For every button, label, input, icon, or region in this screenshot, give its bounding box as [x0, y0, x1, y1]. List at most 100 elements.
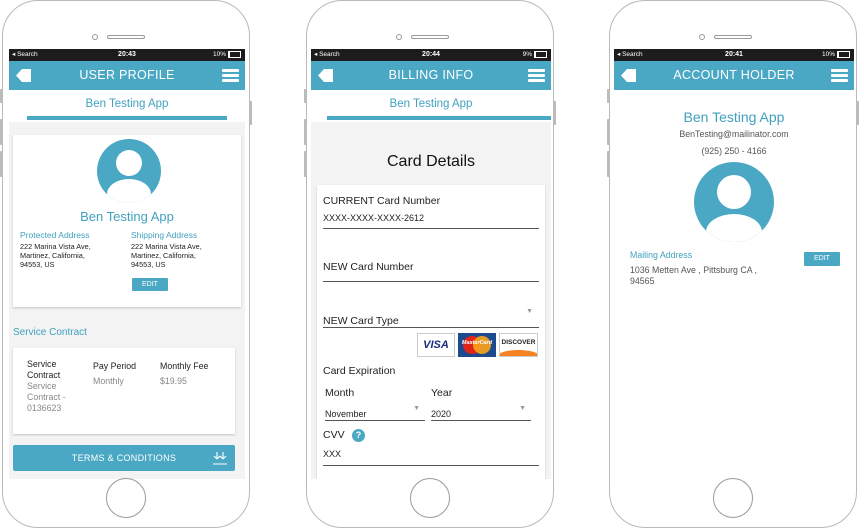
app-name: Ben Testing App	[389, 98, 473, 110]
new-card-type-select[interactable]: NEW Card Type ▼	[323, 308, 539, 328]
edit-button[interactable]: EDIT	[804, 252, 840, 266]
year-label: Year	[431, 387, 453, 399]
screen: ◂ Search 20:44 9% BILLING INFO Ben Testi…	[311, 49, 551, 479]
phone-account-holder: ◂ Search 20:41 10% ACCOUNT HOLDER Ben Te…	[607, 0, 859, 528]
cvv-label: CVV	[323, 429, 345, 441]
card-details-heading: Card Details	[386, 153, 476, 170]
card-expiration-label: Card Expiration	[323, 365, 396, 377]
phone-billing-info: ◂ Search 20:44 9% BILLING INFO Ben Testi…	[304, 0, 556, 528]
month-select[interactable]: November ▼	[325, 404, 425, 421]
shipping-address: 222 Marina Vista Ave, Martinez, Californi…	[131, 242, 202, 269]
battery-icon	[534, 50, 547, 58]
avatar	[694, 162, 774, 242]
current-card-label: CURRENT Card Number	[323, 195, 441, 207]
page-title: USER PROFILE	[79, 68, 175, 82]
banner-underline	[27, 116, 227, 120]
monthly-fee-column: Monthly Fee $19.95	[160, 361, 209, 386]
volume-up-button	[0, 119, 3, 145]
account-phone: (925) 250 - 4166	[701, 146, 767, 156]
visa-logo: VISA	[417, 333, 455, 357]
power-button	[553, 101, 556, 125]
edit-button[interactable]: EDIT	[132, 278, 168, 291]
home-button[interactable]	[106, 478, 146, 518]
banner-underline	[327, 116, 551, 120]
service-contract-column: Service Contract Service Contract - 0136…	[27, 359, 66, 413]
new-card-number-input[interactable]: NEW Card Number	[323, 257, 539, 282]
volume-up-button	[304, 119, 307, 145]
account-name: Ben Testing App	[683, 109, 785, 125]
new-card-type-label: NEW Card Type	[323, 315, 399, 327]
battery-icon	[228, 50, 241, 58]
profile-card: Ben Testing App Protected Address 222 Ma…	[13, 135, 241, 307]
app-bar: ACCOUNT HOLDER	[614, 61, 854, 90]
speaker	[107, 35, 145, 39]
status-bar: ◂ Search 20:43 10%	[9, 49, 245, 61]
home-button[interactable]	[713, 478, 753, 518]
camera	[396, 34, 402, 40]
protected-address-label: Protected Address	[20, 230, 90, 240]
volume-up-button	[607, 119, 610, 145]
cvv-input[interactable]: XXX	[323, 449, 539, 466]
status-bar: ◂ Search 20:41 10%	[614, 49, 854, 61]
mute-switch	[304, 89, 307, 103]
hamburger-menu-icon[interactable]	[528, 69, 545, 82]
month-value: November	[325, 409, 367, 419]
mailing-address: 1036 Metten Ave , Pittsburg CA , 94565	[630, 265, 757, 286]
mute-switch	[607, 89, 610, 103]
year-select[interactable]: 2020 ▼	[431, 404, 531, 421]
speaker	[714, 35, 752, 39]
status-time: 20:41	[725, 51, 743, 58]
page-title: ACCOUNT HOLDER	[673, 68, 795, 82]
discover-logo: DISCOVER	[499, 333, 538, 357]
new-card-number-label: NEW Card Number	[323, 261, 414, 273]
dropdown-arrow-icon: ▼	[519, 405, 526, 412]
app-name: Ben Testing App	[85, 98, 169, 110]
hamburger-menu-icon[interactable]	[831, 69, 848, 82]
volume-down-button	[0, 151, 3, 177]
avatar	[97, 139, 161, 203]
battery-indicator: 10%	[213, 49, 241, 61]
dropdown-arrow-icon: ▼	[413, 405, 420, 412]
month-label: Month	[325, 387, 355, 399]
terms-conditions-button[interactable]: TERMS & CONDITIONS	[13, 445, 235, 471]
mute-switch	[0, 89, 3, 103]
protected-address: 222 Marina Vista Ave, Martinez, Californi…	[20, 242, 91, 269]
year-value: 2020	[431, 409, 452, 419]
service-contract-card: Service Contract Service Contract - 0136…	[13, 348, 235, 434]
status-time: 20:43	[118, 51, 136, 58]
hamburger-menu-icon[interactable]	[222, 69, 239, 82]
download-icon	[213, 452, 227, 465]
screen: ◂ Search 20:41 10% ACCOUNT HOLDER Ben Te…	[614, 49, 854, 479]
app-bar: BILLING INFO	[311, 61, 551, 90]
screen: ◂ Search 20:43 10% USER PROFILE Ben Test…	[9, 49, 245, 479]
profile-name: Ben Testing App	[80, 209, 174, 224]
power-button	[856, 101, 859, 125]
app-bar: USER PROFILE	[9, 61, 245, 90]
terms-label: TERMS & CONDITIONS	[71, 453, 177, 463]
battery-indicator: 10%	[822, 49, 850, 61]
shipping-address-label: Shipping Address	[131, 230, 198, 240]
status-time: 20:44	[422, 51, 440, 58]
camera	[699, 34, 705, 40]
battery-icon	[837, 50, 850, 58]
status-bar: ◂ Search 20:44 9%	[311, 49, 551, 61]
speaker	[411, 35, 449, 39]
mailing-address-label: Mailing Address	[630, 250, 693, 260]
current-card-number: XXXX-XXXX-XXXX-2612	[323, 213, 539, 229]
service-contract-heading: Service Contract	[13, 327, 87, 338]
power-button	[249, 101, 252, 125]
page-title: BILLING INFO	[388, 68, 474, 82]
phone-user-profile: ◂ Search 20:43 10% USER PROFILE Ben Test…	[0, 0, 252, 528]
pay-period-column: Pay Period Monthly	[93, 361, 137, 386]
app-name-banner: Ben Testing App	[9, 90, 245, 122]
account-email: BenTesting@mailinator.com	[679, 129, 789, 139]
app-name-banner: Ben Testing App	[311, 90, 551, 122]
volume-down-button	[607, 151, 610, 177]
home-button[interactable]	[410, 478, 450, 518]
camera	[92, 34, 98, 40]
dropdown-arrow-icon: ▼	[526, 308, 533, 315]
mastercard-logo: MasterCard	[458, 333, 496, 357]
help-icon[interactable]: ?	[352, 429, 365, 442]
battery-indicator: 9%	[523, 49, 547, 61]
volume-down-button	[304, 151, 307, 177]
